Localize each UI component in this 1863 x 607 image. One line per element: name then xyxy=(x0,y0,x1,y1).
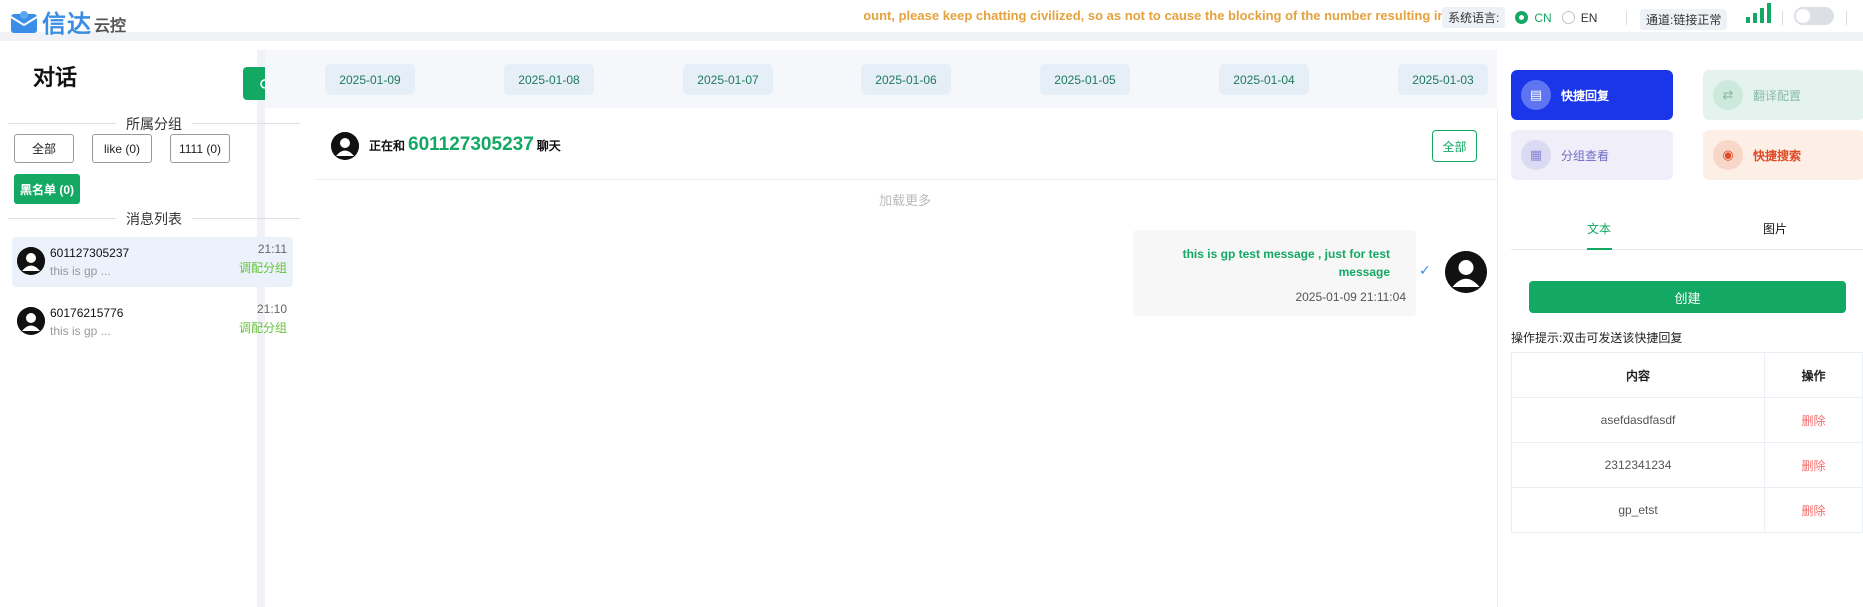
table-row[interactable]: asefdasdfasdf 删除 xyxy=(1511,397,1863,443)
notice-marquee: count, please keep chatting civilized, s… xyxy=(864,8,1444,26)
create-button[interactable]: 创建 xyxy=(1529,281,1846,313)
date-chip[interactable]: 2025-01-07 xyxy=(683,64,773,95)
notice-text: count, please keep chatting civilized, s… xyxy=(864,8,1444,23)
operation-tip: 操作提示:双击可发送该快捷回复 xyxy=(1511,331,1683,345)
chat-icon: ▤ xyxy=(1521,80,1551,110)
chat-list-item[interactable]: 60176215776 this is gp ... 21:10 调配分组 xyxy=(12,297,293,347)
messages-section-label: 消息列表 xyxy=(8,209,300,229)
chat-list-item[interactable]: 601127305237 this is gp ... 21:11 调配分组 xyxy=(12,237,293,287)
divider xyxy=(1846,11,1847,25)
blacklist-button[interactable]: 黑名单 (0) xyxy=(14,174,80,204)
chat-preview: this is gp ... xyxy=(50,264,111,278)
brand-main: 信达 xyxy=(42,11,92,38)
chat-title-prefix: 正在和 xyxy=(369,139,406,153)
quick-reply-table: 内容 操作 asefdasdfasdf 删除 2312341234 删除 gp_… xyxy=(1511,352,1863,533)
channel-status: 通道:链接正常 xyxy=(1640,9,1728,30)
delete-link[interactable]: 删除 xyxy=(1764,397,1863,443)
chat-time: 21:11 xyxy=(257,242,287,256)
all-messages-button[interactable]: 全部 xyxy=(1432,130,1477,162)
radio-icon xyxy=(1515,11,1529,24)
user-icon xyxy=(1445,251,1487,293)
date-chip[interactable]: 2025-01-09 xyxy=(325,64,415,95)
chat-name: 60176215776 xyxy=(50,306,124,320)
group-all-button[interactable]: 全部 xyxy=(14,134,74,163)
chat-title: 正在和 601127305237 聊天 xyxy=(369,134,561,156)
user-icon xyxy=(17,247,45,275)
user-icon xyxy=(331,132,359,160)
date-chip[interactable]: 2025-01-03 xyxy=(1398,64,1488,95)
delete-link[interactable]: 删除 xyxy=(1764,442,1863,488)
group-1111-button[interactable]: 1111 (0) xyxy=(170,134,230,163)
table-header-row: 内容 操作 xyxy=(1511,352,1863,398)
panel-divider xyxy=(1497,108,1498,607)
chat-number: 601127305237 xyxy=(408,134,534,155)
user-icon xyxy=(17,307,45,335)
grid-icon: ▦ xyxy=(1521,140,1551,170)
group-view-button[interactable]: ▦ 分组查看 xyxy=(1511,130,1673,180)
delete-link[interactable]: 删除 xyxy=(1764,487,1863,533)
chat-time: 21:10 xyxy=(256,302,287,316)
lang-option-cn[interactable]: CN xyxy=(1515,11,1552,25)
theme-toggle[interactable] xyxy=(1794,7,1834,25)
reply-tabs: 文本 图片 xyxy=(1511,210,1863,250)
translate-icon: ⇄ xyxy=(1713,80,1743,110)
brand-sub: 云控 xyxy=(94,18,127,35)
group-like-button[interactable]: like (0) xyxy=(92,134,152,163)
assign-group-link[interactable]: 调配分组 xyxy=(239,319,287,336)
radio-icon xyxy=(1561,11,1575,24)
date-chip[interactable]: 2025-01-04 xyxy=(1219,64,1309,95)
divider xyxy=(1626,11,1627,25)
date-chip[interactable]: 2025-01-06 xyxy=(861,64,951,95)
avatar xyxy=(17,307,45,335)
chat-preview: this is gp ... xyxy=(50,324,111,338)
top-bar: 信达 云控 count, please keep chatting civili… xyxy=(0,0,1863,41)
tab-image[interactable]: 图片 xyxy=(1763,220,1787,237)
conversation-title: 对话 xyxy=(33,65,78,90)
alarm-icon: ◉ xyxy=(1713,140,1743,170)
avatar xyxy=(331,132,359,160)
lang-option-en[interactable]: EN xyxy=(1561,11,1597,25)
chat-name: 601127305237 xyxy=(50,246,130,260)
reply-content[interactable]: 2312341234 xyxy=(1511,442,1765,488)
avatar xyxy=(1445,251,1487,293)
column-header-action: 操作 xyxy=(1764,352,1863,398)
message-timestamp: 2025-01-09 21:11:04 xyxy=(1295,290,1406,304)
envelope-logo-icon xyxy=(10,10,38,33)
assign-group-link[interactable]: 调配分组 xyxy=(239,259,287,276)
group-section-label: 所属分组 xyxy=(8,114,300,134)
tab-text[interactable]: 文本 xyxy=(1587,220,1611,237)
tab-indicator xyxy=(1587,248,1612,250)
signal-strength-icon xyxy=(1746,3,1771,23)
chat-header: 正在和 601127305237 聊天 xyxy=(315,112,1497,180)
load-more-link[interactable]: 加载更多 xyxy=(879,190,931,209)
column-header-content: 内容 xyxy=(1511,352,1765,398)
avatar xyxy=(17,247,45,275)
language-switcher: 系统语言: CN EN xyxy=(1442,7,1597,28)
message-bubble: this is gp test message , just for test … xyxy=(1133,230,1416,316)
divider xyxy=(1782,11,1783,25)
channel-label: 通道: xyxy=(1646,13,1674,27)
date-chip[interactable]: 2025-01-05 xyxy=(1040,64,1130,95)
table-row[interactable]: gp_etst 删除 xyxy=(1511,487,1863,533)
reply-content[interactable]: gp_etst xyxy=(1511,487,1765,533)
brand-logo: 信达 云控 xyxy=(10,4,126,39)
table-row[interactable]: 2312341234 删除 xyxy=(1511,442,1863,488)
channel-status-text: 链接正常 xyxy=(1673,13,1722,27)
reply-content[interactable]: asefdasdfasdf xyxy=(1511,397,1765,443)
message-text: this is gp test message , just for test … xyxy=(1182,247,1390,279)
quick-search-button[interactable]: ◉ 快捷搜索 xyxy=(1703,130,1863,180)
date-strip: 2025-01-09 2025-01-08 2025-01-07 2025-01… xyxy=(265,50,1497,108)
sent-check-icon: ✓ xyxy=(1419,262,1431,278)
date-chip[interactable]: 2025-01-08 xyxy=(504,64,594,95)
chat-title-suffix: 聊天 xyxy=(536,139,561,153)
language-label: 系统语言: xyxy=(1442,7,1506,28)
translate-config-button[interactable]: ⇄ 翻译配置 xyxy=(1703,70,1863,120)
quick-reply-button[interactable]: ▤ 快捷回复 xyxy=(1511,70,1673,120)
